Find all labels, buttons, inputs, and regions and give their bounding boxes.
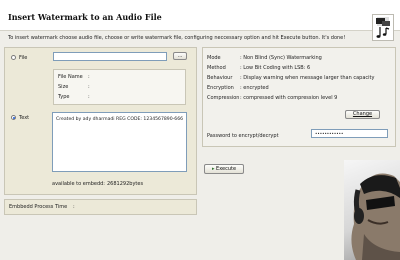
method-label: Method <box>207 65 226 71</box>
page-title: Insert Watermark to an Audio File <box>8 12 162 22</box>
browse-button[interactable]: ... <box>173 52 187 60</box>
size-label: Size <box>58 84 69 90</box>
available-label: available to embedd: <box>52 181 105 187</box>
password-label: Password to encrypt/decrypt <box>207 133 279 139</box>
instructions-text: To insert watermark choose audio file, c… <box>8 35 346 41</box>
available-value: 2681292bytes <box>107 181 144 187</box>
password-input[interactable]: •••••••••••• <box>311 129 388 138</box>
behaviour-value: : Display warning when message larger th… <box>240 75 375 81</box>
size-sep: : <box>88 84 90 90</box>
type-label: Type <box>58 94 70 100</box>
change-button[interactable]: Change <box>345 110 380 119</box>
file-radio-label: File <box>19 55 28 61</box>
process-time-label: Embbedd Process Time <box>9 204 68 210</box>
method-value: : Low Bit Coding with LSB: 6 <box>240 65 311 71</box>
text-radio-label: Text <box>19 115 30 121</box>
file-radio[interactable] <box>11 55 16 60</box>
compression-value: : compressed with compression level 9 <box>240 95 338 101</box>
process-time-sep: : <box>73 204 75 210</box>
compression-label: Compression <box>207 95 240 101</box>
encryption-value: : encrypted <box>240 85 269 91</box>
type-sep: : <box>88 94 90 100</box>
mode-value: : Non Blind (Sync) Watermarking <box>240 55 322 61</box>
headphones-person-image <box>344 160 400 260</box>
text-radio[interactable] <box>11 115 16 120</box>
audio-logo-icon <box>372 14 394 41</box>
behaviour-label: Behaviour <box>207 75 233 81</box>
file-name-sep: : <box>88 74 90 80</box>
file-path-input[interactable] <box>53 52 167 61</box>
file-name-label: File Name <box>58 74 83 80</box>
mode-label: Mode <box>207 55 221 61</box>
watermark-text-value: Created by ady dharmadi REG CODE: 123456… <box>56 117 184 122</box>
execute-button[interactable]: ▸ Execute <box>204 164 244 174</box>
watermark-text-area[interactable]: Created by ady dharmadi REG CODE: 123456… <box>52 112 187 172</box>
encryption-label: Encryption <box>207 85 234 91</box>
